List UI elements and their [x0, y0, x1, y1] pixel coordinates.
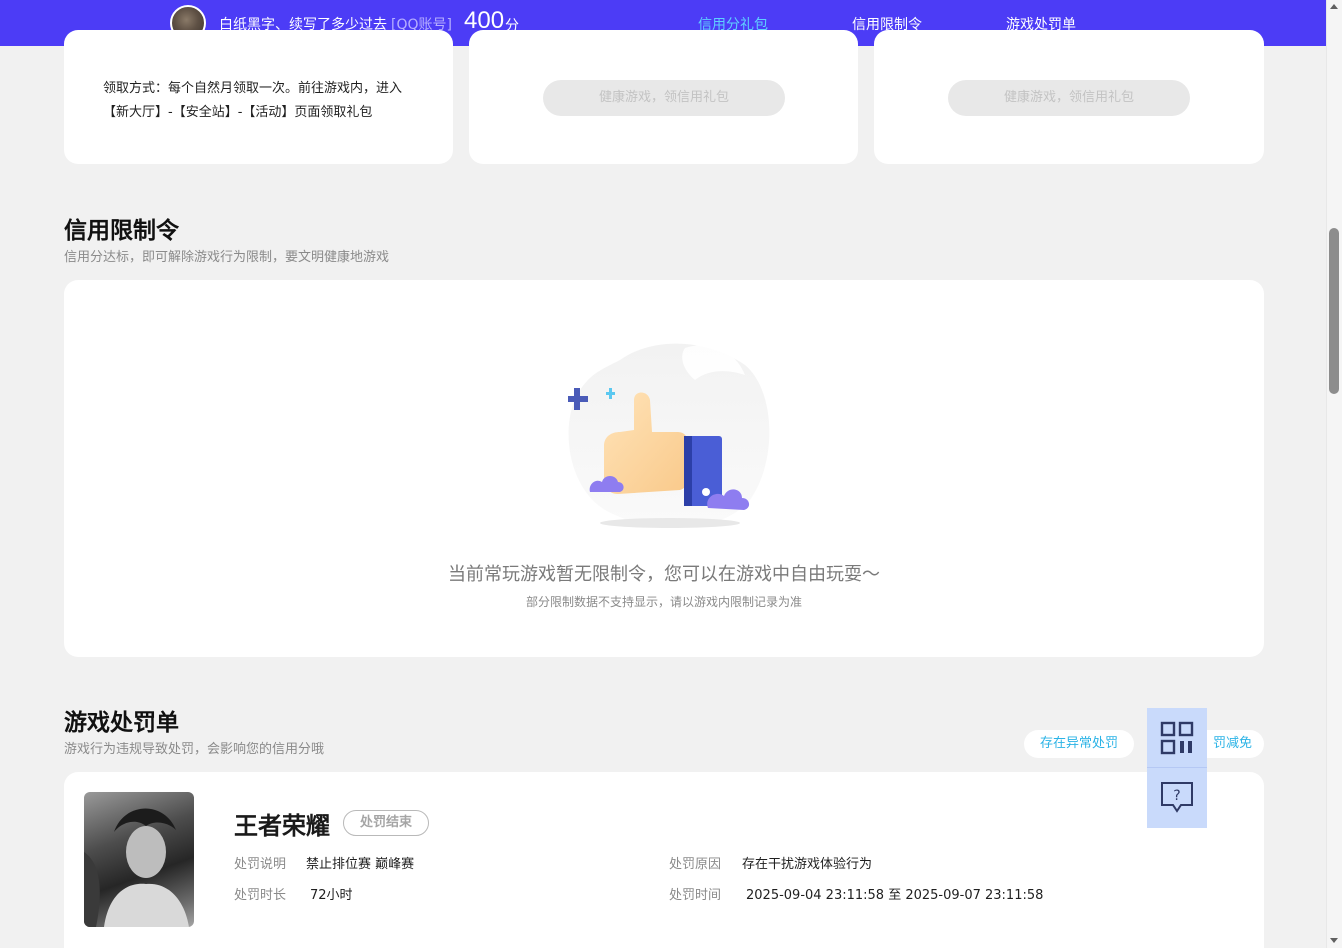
- section-title-restriction: 信用限制令: [64, 218, 179, 244]
- scrollbar-thumb[interactable]: [1329, 228, 1339, 394]
- penalty-time-value: 2025-09-04 23:11:58 至 2025-09-07 23:11:5…: [746, 888, 1044, 903]
- scrollbar-track[interactable]: [1326, 0, 1342, 948]
- penalty-reason-label: 处罚原因: [669, 857, 722, 872]
- svg-text:?: ?: [1173, 788, 1180, 804]
- thumbs-up-icon: [568, 343, 770, 528]
- game-cover-image: [84, 792, 194, 927]
- penalty-desc-value: 禁止排位赛 巅峰赛: [306, 857, 415, 872]
- section-subtitle-penalty: 游戏行为违规导致处罚，会影响您的信用分哦: [64, 742, 325, 757]
- game-name: 王者荣耀: [234, 812, 330, 840]
- empty-state-note: 部分限制数据不支持显示，请以游戏内限制记录为准: [525, 595, 802, 609]
- penalty-time-label: 处罚时间: [669, 888, 722, 903]
- scroll-down-arrow-icon[interactable]: [1330, 938, 1338, 943]
- penalty-duration-label: 处罚时长: [234, 888, 287, 903]
- floating-toolbar: ?: [1147, 708, 1207, 828]
- status-badge: 处罚结束: [343, 810, 429, 836]
- penalty-desc-label: 处罚说明: [234, 857, 287, 872]
- gift-card: 健康游戏，领信用礼包: [874, 30, 1264, 164]
- toolbar-divider: [1147, 767, 1207, 768]
- scroll-up-arrow-icon[interactable]: [1330, 4, 1338, 9]
- penalty-reason-value: 存在干扰游戏体验行为: [742, 857, 873, 872]
- penalty-card: 王者荣耀 处罚结束 处罚说明 禁止排位赛 巅峰赛 处罚时长 72小时 处罚原因 …: [64, 772, 1264, 948]
- empty-state-text: 当前常玩游戏暂无限制令，您可以在游戏中自由玩耍～: [448, 564, 880, 585]
- claim-gift-button[interactable]: 健康游戏，领信用礼包: [543, 80, 785, 116]
- penalty-duration-value: 72小时: [310, 888, 353, 903]
- claim-gift-button[interactable]: 健康游戏，领信用礼包: [948, 80, 1190, 116]
- claim-method-text: 领取方式：每个自然月领取一次。前往游戏内，进入【新大厅】-【安全站】-【活动】页…: [103, 81, 403, 120]
- section-title-penalty: 游戏处罚单: [64, 710, 179, 736]
- gift-card: 健康游戏，领信用礼包: [469, 30, 858, 164]
- restriction-card: 当前常玩游戏暂无限制令，您可以在游戏中自由玩耍～ 部分限制数据不支持显示，请以游…: [64, 280, 1264, 657]
- abnormal-penalty-link[interactable]: 存在异常处罚: [1024, 730, 1134, 758]
- qrcode-icon[interactable]: [1160, 721, 1194, 755]
- feedback-icon[interactable]: ?: [1160, 780, 1194, 814]
- gift-card-claim-info: 领取方式：每个自然月领取一次。前往游戏内，进入【新大厅】-【安全站】-【活动】页…: [64, 30, 453, 164]
- section-subtitle-restriction: 信用分达标，即可解除游戏行为限制，要文明健康地游戏: [64, 250, 390, 265]
